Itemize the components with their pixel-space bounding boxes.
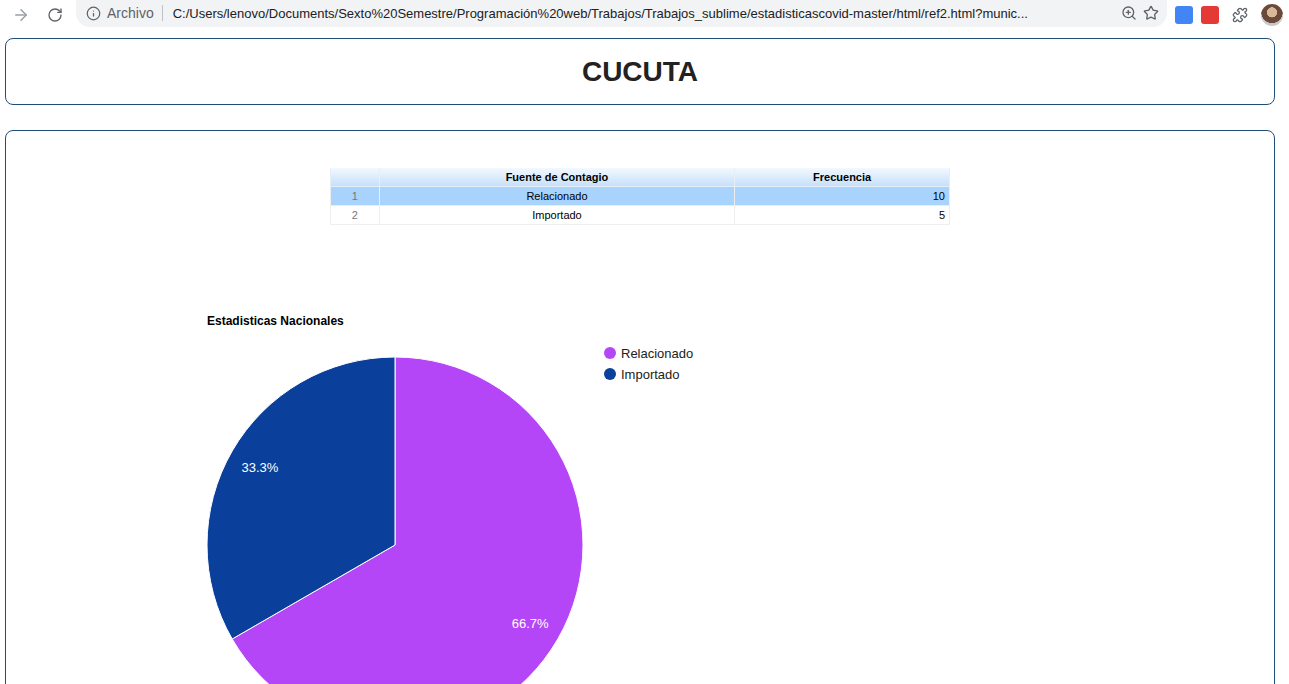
info-icon (86, 6, 101, 21)
column-header[interactable]: Fuente de Contagio (379, 168, 735, 187)
row-index: 2 (331, 206, 380, 225)
zoom-icon[interactable] (1121, 5, 1137, 21)
legend-label: Importado (621, 367, 680, 382)
source-cell: Relacionado (379, 187, 735, 206)
table-row[interactable]: 2Importado5 (331, 206, 950, 225)
table-header: Fuente de ContagioFrecuencia (331, 168, 950, 187)
origin-label: Archivo (107, 5, 163, 21)
reload-button[interactable] (42, 2, 68, 28)
extensions-button[interactable] (1227, 2, 1253, 28)
contagion-table: Fuente de ContagioFrecuencia1Relacionado… (330, 168, 950, 225)
reload-icon (47, 7, 63, 23)
page: CUCUTAFuente de ContagioFrecuencia1Relac… (0, 30, 1289, 684)
legend-item[interactable]: Relacionado (604, 346, 693, 361)
forward-button[interactable] (8, 2, 34, 28)
municipality-title: CUCUTA (582, 56, 698, 88)
legend-dot (604, 347, 616, 359)
row-index: 1 (331, 187, 380, 206)
url-text[interactable]: C:/Users/lenovo/Documents/Sexto%20Semest… (169, 6, 1115, 21)
slice-percent: 33.3% (241, 460, 278, 475)
source-cell: Importado (379, 206, 735, 225)
count-cell: 5 (735, 206, 950, 225)
header-card: CUCUTA (5, 38, 1275, 105)
slice-percent: 66.7% (512, 616, 549, 631)
column-header[interactable] (331, 168, 380, 187)
extension-icon[interactable] (1201, 6, 1219, 24)
table-row[interactable]: 1Relacionado10 (331, 187, 950, 206)
legend-label: Relacionado (621, 346, 693, 361)
arrow-icon (12, 6, 30, 24)
chart-area: Estadisticas Nacionales 66.7% 33.3% Relacio… (190, 305, 1274, 684)
pie-chart: Estadisticas Nacionales 66.7% 33.3% Relacio… (190, 305, 890, 684)
column-header[interactable]: Frecuencia (735, 168, 950, 187)
pie-slice[interactable] (207, 357, 395, 639)
stats-card: Fuente de ContagioFrecuencia1Relacionado… (5, 130, 1275, 684)
address-bar[interactable]: Archivo C:/Users/lenovo/Documents/Sexto%2… (76, 0, 1167, 27)
count-cell: 10 (735, 187, 950, 206)
legend-dot (604, 368, 616, 380)
legend-item[interactable]: Importado (604, 367, 680, 382)
translate-icon[interactable] (1175, 6, 1193, 24)
puzzle-icon (1232, 7, 1248, 23)
profile-avatar[interactable] (1261, 4, 1283, 26)
browser-toolbar: Archivo C:/Users/lenovo/Documents/Sexto%2… (0, 0, 1289, 30)
chart-title: Estadisticas Nacionales (207, 314, 344, 328)
star-icon[interactable] (1143, 5, 1159, 21)
